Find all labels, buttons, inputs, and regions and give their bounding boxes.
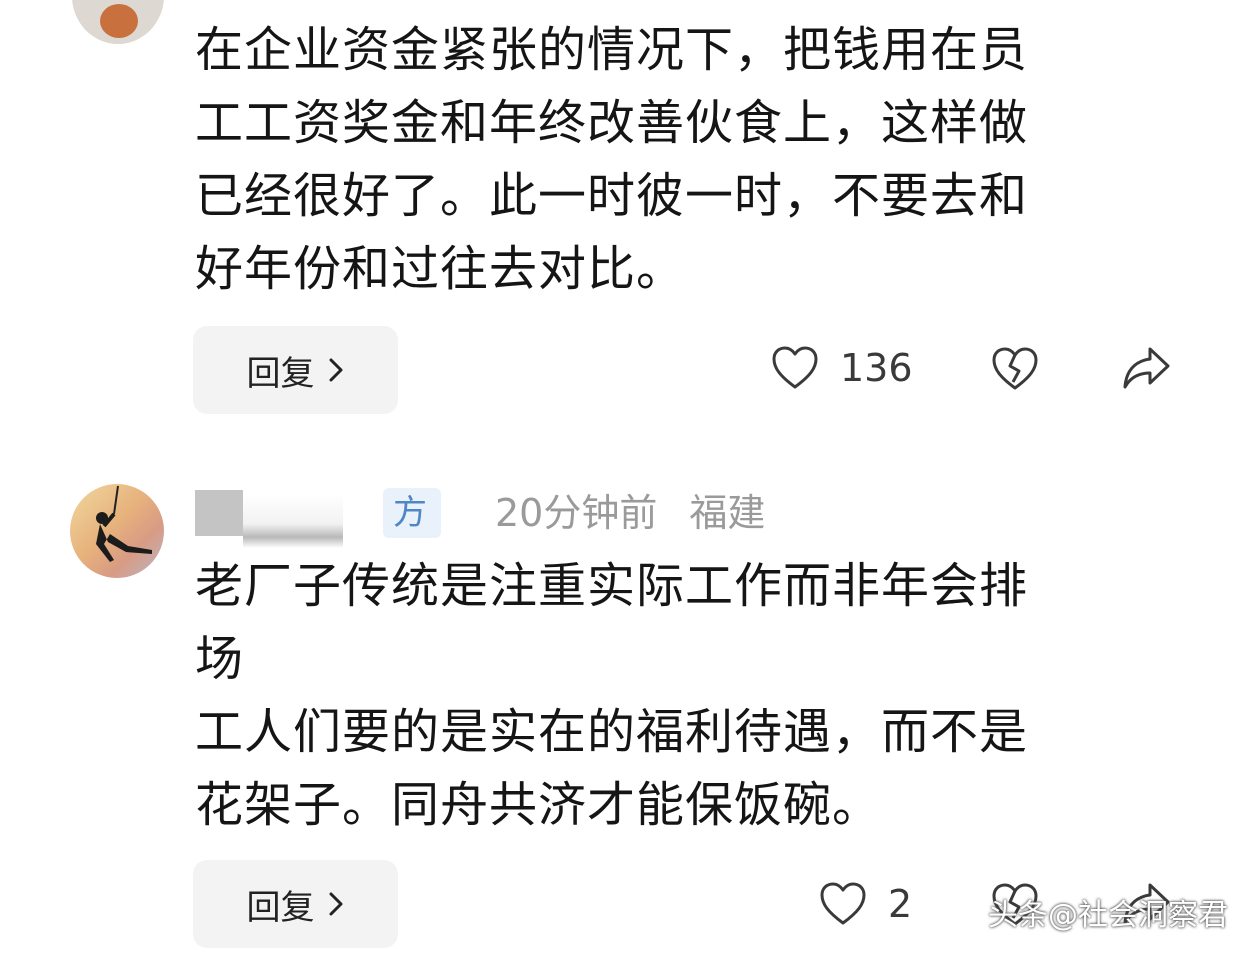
like-count: 2 — [888, 882, 913, 926]
chevron-right-icon — [327, 890, 345, 918]
broken-heart-icon — [992, 347, 1038, 390]
share-arrow-icon — [1123, 347, 1170, 389]
avatar[interactable] — [72, 0, 164, 44]
comment-text: 在企业资金紧张的情况下，把钱用在员 工工资奖金和年终改善伙食上，这样做 已经很好… — [195, 22, 1029, 297]
heart-outline-icon — [772, 346, 818, 389]
reply-label: 回复 — [246, 887, 315, 928]
comment-text: 老厂子传统是注重实际工作而非年会排 场 工人们要的是实在的福利待遇，而不是 花架… — [195, 558, 1029, 833]
comment-location: 福建 — [689, 491, 766, 535]
like-button[interactable]: 136 — [770, 344, 913, 392]
reply-label: 回复 — [246, 353, 315, 394]
chevron-right-icon — [327, 356, 345, 384]
comment-time: 20分钟前 — [495, 491, 658, 535]
avatar[interactable] — [70, 484, 164, 578]
username-blurred — [195, 490, 243, 536]
dislike-button[interactable] — [989, 344, 1041, 394]
like-button[interactable]: 2 — [818, 880, 912, 928]
reply-button[interactable]: 回复 — [193, 860, 398, 948]
watermark: 头条@社会洞察君 — [988, 898, 1228, 933]
username-blurred — [243, 494, 343, 548]
basketball-image — [100, 4, 138, 38]
like-count: 136 — [840, 346, 913, 390]
heart-outline-icon — [820, 882, 866, 925]
reply-button[interactable]: 回复 — [193, 326, 398, 414]
climber-silhouette-icon — [96, 485, 152, 562]
share-button[interactable] — [1120, 344, 1172, 392]
user-badge: 方 — [383, 488, 441, 538]
